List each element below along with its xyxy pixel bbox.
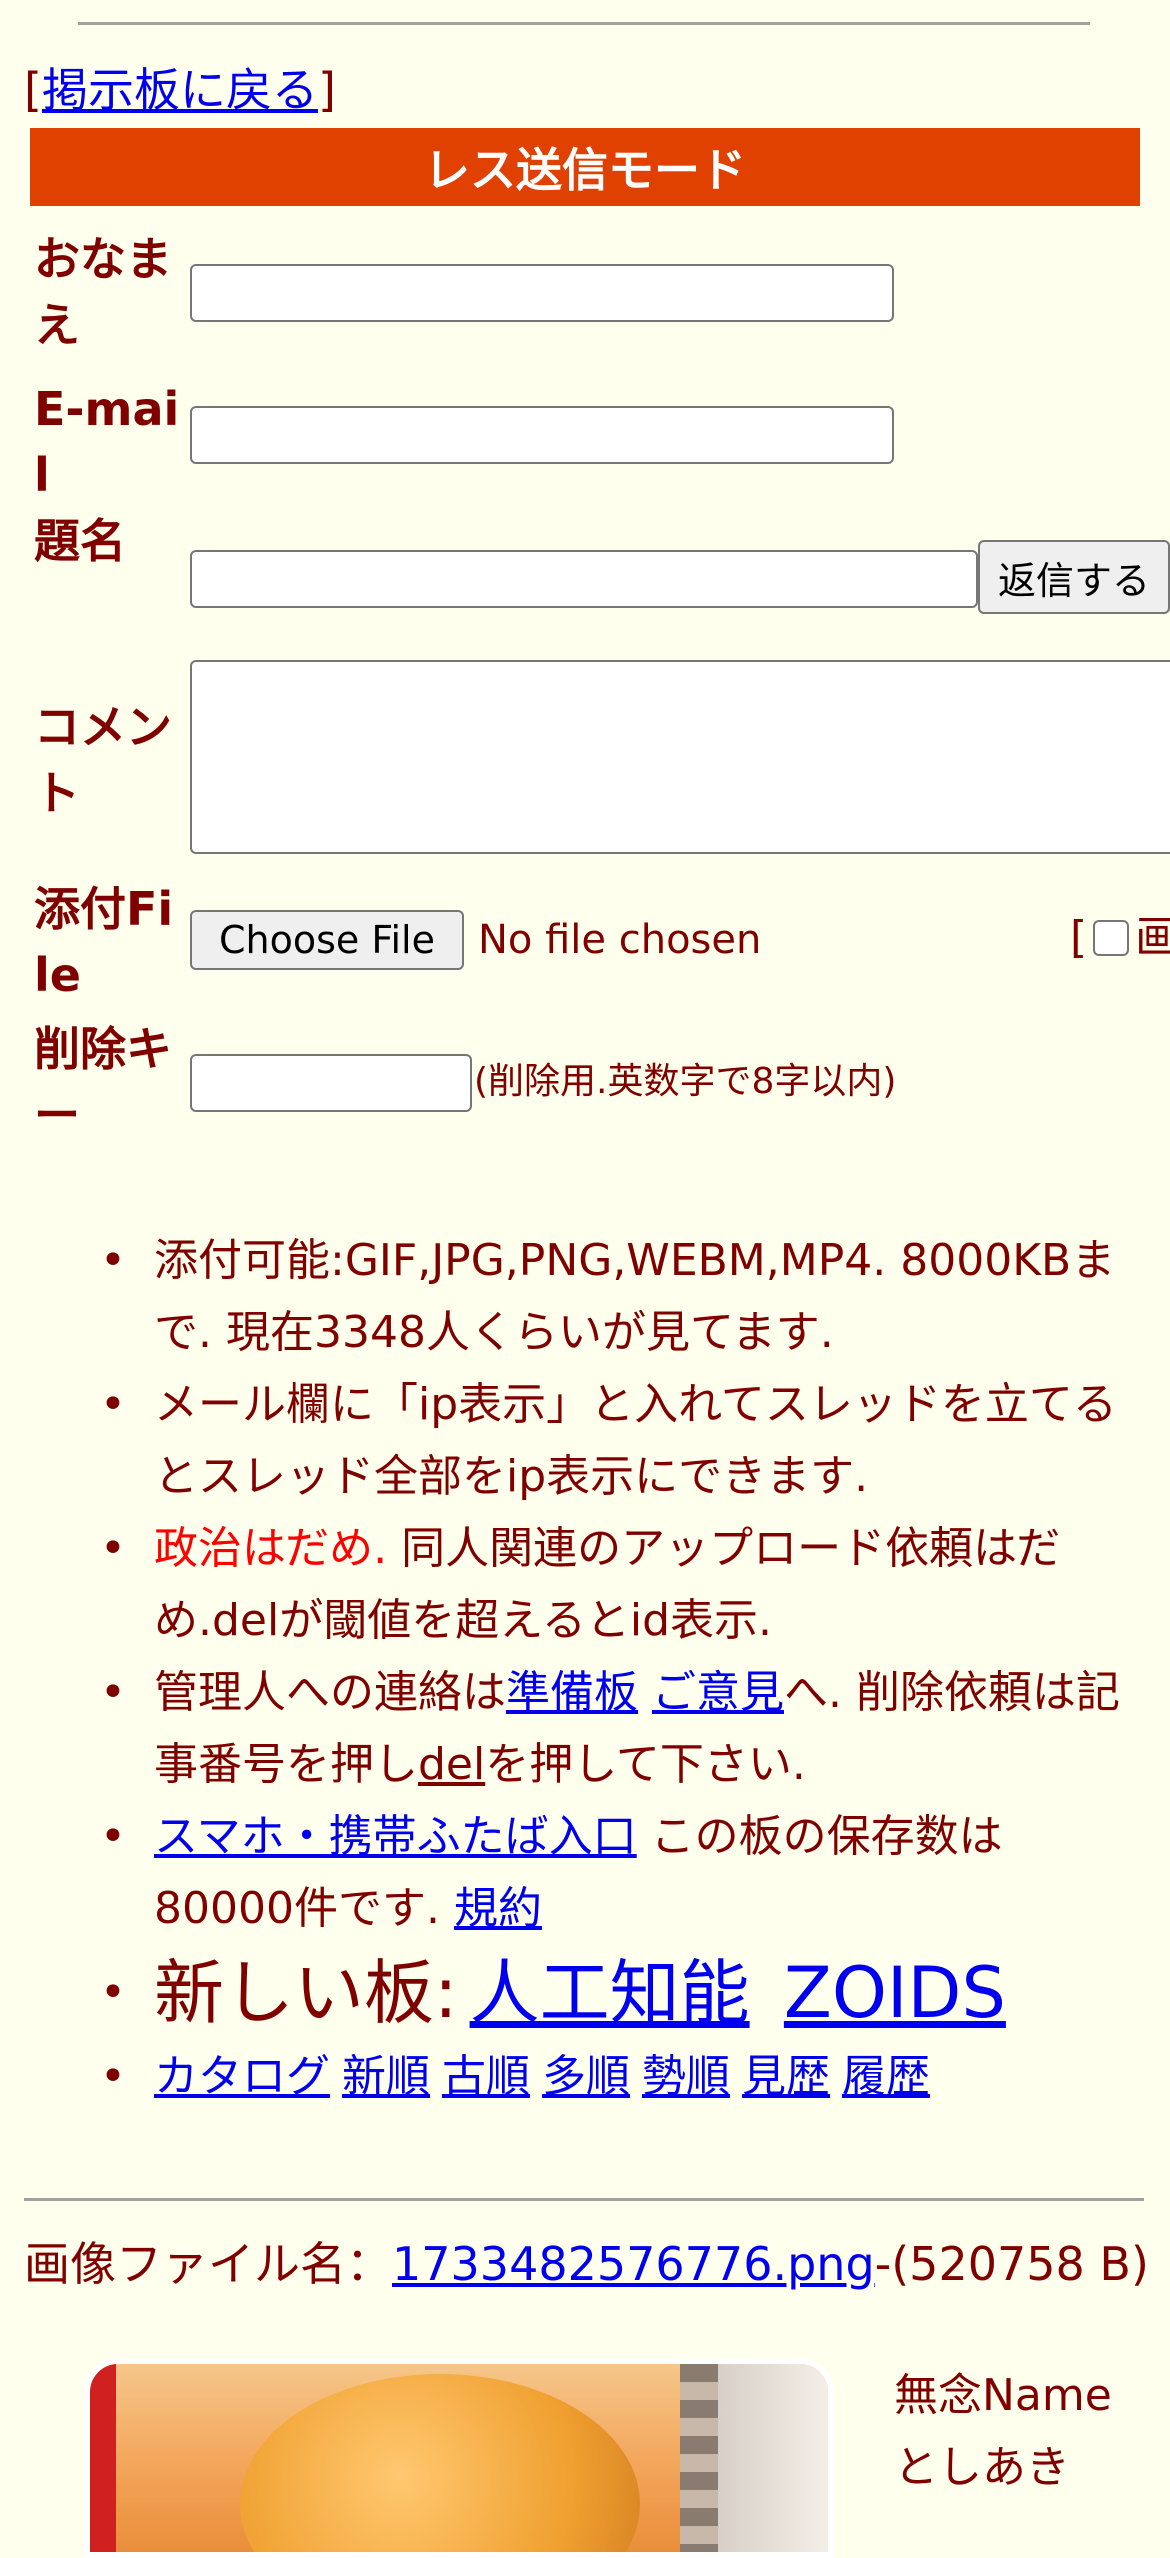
file-label: 添付File [34,882,174,1002]
post-history-link[interactable]: 履歴 [842,2051,930,2102]
del-link[interactable]: del [418,1739,485,1790]
file-size: -(520758 B) [874,2237,1149,2291]
image-filename-line: 画像ファイル名：1733482576776.png-(520758 B) [24,2235,1154,2293]
comment-label: コメント [34,700,172,820]
name-input[interactable] [190,264,894,322]
sort-old-link[interactable]: 古順 [442,2051,530,2102]
thread-divider [24,2198,1144,2201]
list-item: 新しい板:人工知能 ZOIDS [100,1945,1140,2041]
reply-mode-header: レス送信モード [30,128,1140,206]
ip-display-info-text: メール欄に「ip表示」と入れてスレッドを立てるとスレッド全部をip表示にできます… [154,1379,1117,1502]
thread-image-thumbnail[interactable] [84,2358,834,2558]
feedback-link[interactable]: ご意見 [652,1667,784,1718]
option-bracket: [ [1070,912,1088,963]
back-link-container: [掲示板に戻る] [24,60,336,120]
back-bracket-close: ] [317,63,336,117]
thumbnail-detail [90,2364,116,2552]
subject-input[interactable] [190,550,978,608]
image-file-link[interactable]: 1733482576776.png [392,2237,875,2291]
option-checkbox[interactable] [1093,920,1130,956]
list-item: カタログ新順古順多順勢順見歴履歴 [100,2041,1140,2113]
zoids-board-link[interactable]: ZOIDS [784,1952,1006,2034]
filename-label: 画像ファイル名： [24,2237,392,2291]
choose-file-button[interactable]: Choose File [190,910,464,970]
rules-list: 添付可能:GIF,JPG,PNG,WEBM,MP4. 8000KBまで. 現在3… [100,1225,1140,2113]
politics-warning: 政治はだめ. [154,1523,388,1574]
contact-text-pre: 管理人への連絡は [154,1667,506,1718]
post-author-block: 無念Name としあき [894,2360,1112,2504]
list-item: 管理人への連絡は準備板 ご意見へ. 削除依頼は記事番号を押しdelを押して下さい… [100,1657,1140,1801]
top-divider [78,22,1090,25]
new-boards-label: 新しい板: [154,1952,458,2034]
delete-key-label: 削除キー [34,1022,172,1142]
view-history-link[interactable]: 見歴 [742,2051,830,2102]
post-name: 無念Name [894,2370,1112,2421]
email-label: E-mail [34,382,180,502]
ai-board-link[interactable]: 人工知能 [470,1952,750,2034]
thumbnail-detail [718,2364,828,2552]
list-item: スマホ・携帯ふたば入口 この板の保存数は80000件です. 規約 [100,1801,1140,1945]
back-bracket-open: [ [24,63,42,117]
comment-textarea[interactable] [190,660,1170,854]
terms-link[interactable]: 規約 [454,1883,542,1934]
list-item: 添付可能:GIF,JPG,PNG,WEBM,MP4. 8000KBまで. 現在3… [100,1225,1140,1369]
reply-submit-button[interactable]: 返信する [978,540,1170,614]
back-to-board-link[interactable]: 掲示板に戻る [42,63,318,117]
post-author: としあき [894,2442,1070,2493]
name-label: おなまえ [34,232,172,352]
delete-key-input[interactable] [190,1054,472,1112]
list-item: メール欄に「ip表示」と入れてスレッドを立てるとスレッド全部をip表示にできます… [100,1369,1140,1513]
email-input[interactable] [190,406,894,464]
catalog-link[interactable]: カタログ [154,2051,330,2102]
contact-text-post: を押して下さい. [485,1739,806,1790]
prep-board-link[interactable]: 準備板 [506,1667,638,1718]
file-status-text: No file chosen [478,917,762,963]
sort-new-link[interactable]: 新順 [342,2051,430,2102]
upload-info-text: 添付可能:GIF,JPG,PNG,WEBM,MP4. 8000KBまで. 現在3… [154,1235,1116,1358]
sort-many-link[interactable]: 多順 [542,2051,630,2102]
option-label: 画 [1135,912,1170,963]
sort-momentum-link[interactable]: 勢順 [642,2051,730,2102]
subject-label: 題名 [34,514,126,568]
mobile-entrance-link[interactable]: スマホ・携帯ふたば入口 [154,1811,637,1862]
list-item: 政治はだめ. 同人関連のアップロード依頼はだめ.delが閾値を超えるとid表示. [100,1513,1140,1657]
thumbnail-detail [240,2374,640,2552]
delete-key-hint: (削除用.英数字で8字以内) [474,1061,897,1102]
image-option: [ 画 [1070,908,1170,968]
